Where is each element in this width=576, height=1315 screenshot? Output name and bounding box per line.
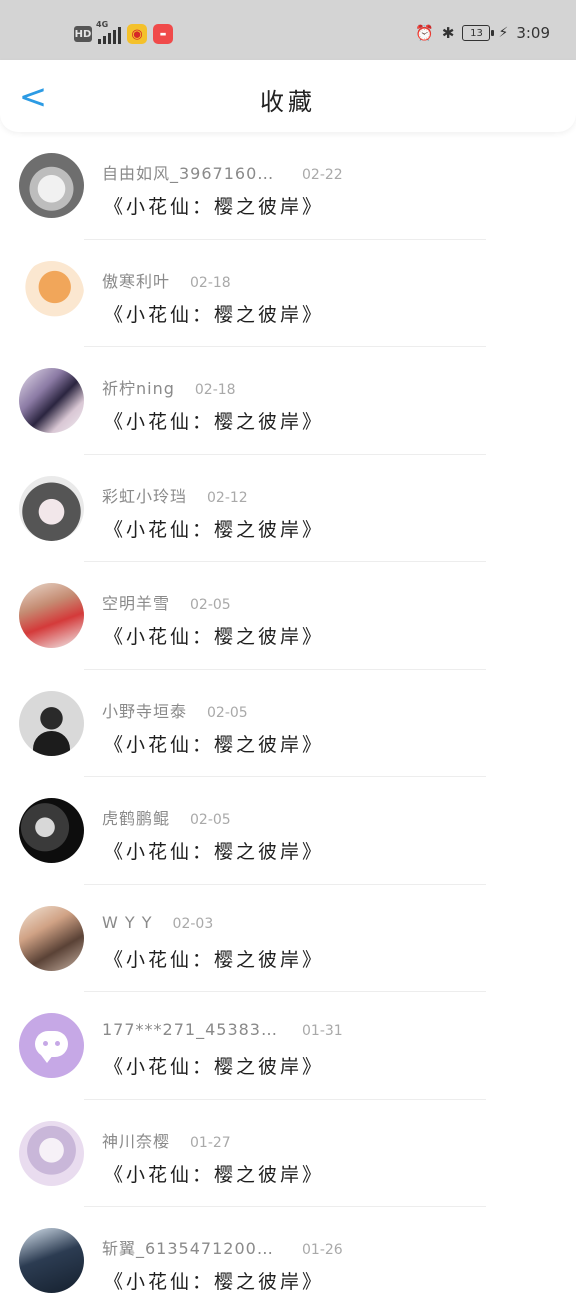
bluetooth-icon: ✱ [441, 24, 455, 42]
item-date: 02-05 [190, 597, 231, 613]
avatar[interactable] [19, 475, 84, 541]
item-meta: 自由如风_396716090… 02-22 [102, 160, 343, 184]
avatar[interactable] [19, 798, 84, 863]
charging-icon: ⚡ [498, 25, 509, 41]
page-title: 收藏 [260, 88, 316, 116]
list-item[interactable]: 斩翼_6135471200116013​2 01-26 《小花仙：樱之彼岸》 [0, 1207, 576, 1315]
status-bar: HD 4G ◉ ▬ ⏰ ✱ 13 ⚡ 3:09 [0, 0, 576, 60]
avatar[interactable] [19, 368, 84, 433]
weibo-icon: ◉ [127, 24, 147, 44]
item-date: 02-18 [194, 382, 236, 398]
item-date: 02-22 [302, 167, 343, 183]
item-meta: W Y Y 02-03 [102, 913, 213, 932]
user-name: 自由如风_396716090… [102, 164, 282, 183]
user-name: 虎鹤鹏鲲 [102, 809, 171, 828]
item-meta: 神川奈樱 01-27 [102, 1128, 231, 1152]
list-item[interactable]: 祈柠ning 02-18 《小花仙：樱之彼岸》 [0, 347, 576, 455]
status-left: HD 4G ◉ ▬ [74, 20, 173, 44]
chat-bubble-icon [35, 1031, 68, 1063]
user-name: 空明羊雪 [102, 594, 171, 613]
avatar[interactable] [19, 1013, 84, 1078]
user-name: 177***271_4538343911 [102, 1020, 282, 1039]
list-item[interactable]: W Y Y 02-03 《小花仙：樱之彼岸》 [0, 885, 576, 992]
item-date: 01-27 [190, 1134, 231, 1151]
user-name: 小野寺垣泰 [102, 701, 188, 721]
hd-icon: HD [74, 26, 92, 42]
item-meta: 祈柠ning 02-18 [102, 375, 236, 399]
nav-header: < 收藏 [0, 60, 576, 132]
avatar[interactable] [19, 260, 84, 326]
item-date: 02-05 [207, 704, 248, 721]
list-item[interactable]: 彩虹小玲珰 02-12 《小花仙：樱之彼岸》 [0, 455, 576, 562]
book-title: 《小花仙：樱之彼岸》 [104, 518, 325, 541]
user-name: 神川奈樱 [102, 1131, 171, 1151]
book-title: 《小花仙：樱之彼岸》 [104, 948, 325, 971]
item-meta: 虎鹤鹏鲲 02-05 [102, 805, 231, 829]
avatar[interactable] [19, 690, 84, 756]
book-title: 《小花仙：樱之彼岸》 [104, 196, 325, 218]
avatar[interactable] [19, 1120, 84, 1186]
app-icon: ▬ [153, 24, 173, 44]
battery-level: 13 [470, 27, 483, 39]
user-name: 彩虹小玲珰 [102, 486, 188, 506]
item-date: 02-18 [190, 274, 231, 291]
list-item[interactable]: 空明羊雪 02-05 《小花仙：樱之彼岸》 [0, 562, 576, 670]
book-title: 《小花仙：樱之彼岸》 [104, 1056, 325, 1078]
book-title: 《小花仙：樱之彼岸》 [104, 411, 325, 433]
book-title: 《小花仙：樱之彼岸》 [104, 1163, 325, 1186]
item-date: 02-03 [172, 915, 214, 932]
list-item[interactable]: 177***271_4538343911 01-31 《小花仙：樱之彼岸》 [0, 992, 576, 1100]
user-name: 斩翼_6135471200116013​2 [102, 1239, 282, 1258]
book-title: 《小花仙：樱之彼岸》 [104, 626, 325, 648]
status-right: ⏰ ✱ 13 ⚡ 3:09 [415, 24, 550, 42]
avatar[interactable] [19, 905, 84, 971]
item-meta: 小野寺垣泰 02-05 [102, 698, 248, 722]
network-type: 4G [96, 20, 109, 29]
favorites-list: 自由如风_396716090… 02-22 《小花仙：樱之彼岸》 傲寒利叶 02… [0, 132, 576, 1315]
user-name: 傲寒利叶 [102, 271, 171, 291]
user-name: W Y Y [102, 912, 153, 932]
avatar[interactable] [19, 153, 84, 218]
book-title: 《小花仙：樱之彼岸》 [104, 1271, 325, 1293]
avatar[interactable] [19, 583, 84, 648]
item-meta: 空明羊雪 02-05 [102, 590, 231, 614]
book-title: 《小花仙：樱之彼岸》 [104, 303, 325, 326]
alarm-icon: ⏰ [415, 24, 434, 42]
avatar[interactable] [19, 1228, 84, 1293]
item-date: 02-12 [207, 489, 248, 506]
list-item[interactable]: 神川奈樱 01-27 《小花仙：樱之彼岸》 [0, 1100, 576, 1207]
item-meta: 彩虹小玲珰 02-12 [102, 483, 248, 507]
item-meta: 177***271_4538343911 01-31 [102, 1020, 343, 1039]
item-date: 01-31 [302, 1023, 343, 1039]
clock: 3:09 [516, 24, 550, 42]
book-title: 《小花仙：樱之彼岸》 [104, 841, 325, 863]
list-item[interactable]: 傲寒利叶 02-18 《小花仙：樱之彼岸》 [0, 240, 576, 347]
item-meta: 傲寒利叶 02-18 [102, 268, 231, 292]
user-name: 祈柠ning [102, 379, 175, 398]
item-date: 01-26 [302, 1242, 343, 1258]
book-title: 《小花仙：樱之彼岸》 [104, 733, 325, 756]
list-item[interactable]: 小野寺垣泰 02-05 《小花仙：樱之彼岸》 [0, 670, 576, 777]
list-item[interactable]: 虎鹤鹏鲲 02-05 《小花仙：樱之彼岸》 [0, 777, 576, 885]
item-date: 02-05 [190, 812, 231, 828]
list-item[interactable]: 自由如风_396716090… 02-22 《小花仙：樱之彼岸》 [0, 132, 576, 240]
signal-icon: 4G [96, 20, 121, 44]
battery-icon: 13 [462, 25, 495, 41]
item-meta: 斩翼_6135471200116013​2 01-26 [102, 1235, 343, 1259]
